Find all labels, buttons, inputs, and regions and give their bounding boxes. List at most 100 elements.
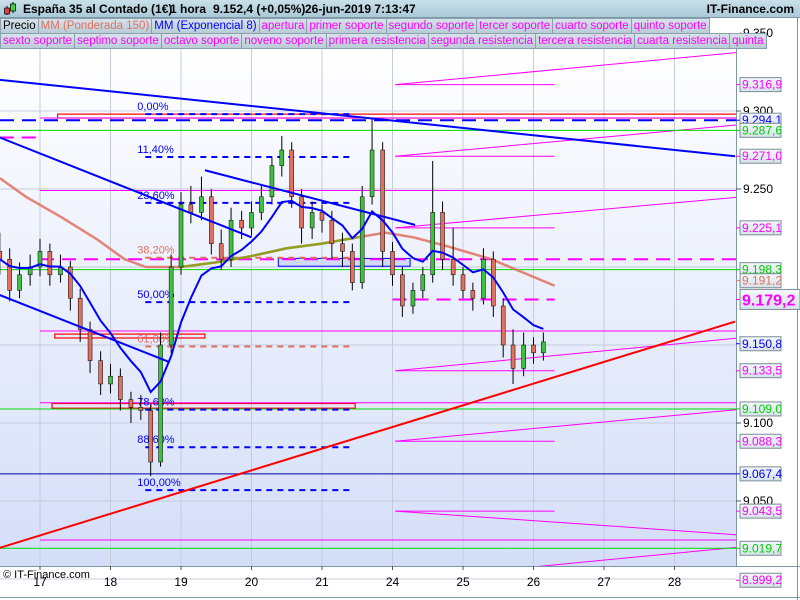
last-price: 9.152,4 (+0,05%): [213, 2, 306, 16]
time-tick-label: 26: [527, 575, 541, 589]
legend-item-apertura[interactable]: apertura: [258, 18, 308, 34]
candlestick-icon: [4, 2, 16, 15]
legend-item-quinto-soporte[interactable]: quinto soporte: [630, 18, 710, 34]
candle-body: [108, 375, 113, 385]
candle-body: [531, 344, 536, 354]
fibonacci-level-label: 100,00%: [137, 477, 181, 489]
candle-body: [87, 329, 93, 361]
legend-row-2: sexto soporte septimo soporte octavo sopor…: [0, 33, 767, 49]
legend-item-sexto-soporte[interactable]: sexto soporte: [0, 33, 76, 49]
fibonacci-level-label: 78,60%: [137, 397, 175, 409]
value-label: 9.043,5: [742, 504, 782, 518]
candle: [168, 254, 174, 353]
candle-body: [450, 258, 456, 276]
value-label: 9.067,4: [742, 467, 782, 481]
value-label: 9.088,3: [742, 434, 782, 448]
legend-item-quinta[interactable]: quinta: [729, 33, 767, 49]
time-tick-label: 25: [456, 575, 470, 589]
value-label: 9.316,9: [742, 78, 782, 92]
candle: [158, 332, 163, 467]
legend-item-mm-exponencial-8[interactable]: MM (Exponencial 8): [151, 18, 260, 34]
legend-item-octavo-soporte[interactable]: octavo soporte: [160, 33, 243, 49]
value-label: 9.179,2: [742, 292, 795, 309]
legend-item-cuarto-soporte[interactable]: cuarto soporte: [552, 18, 632, 34]
legend-item-noveno-soporte[interactable]: noveno soporte: [241, 33, 327, 49]
legend-item-cuarta-resistencia[interactable]: cuarta resistencia: [634, 33, 731, 49]
price-axis[interactable]: 9.3509.3009.2509.1009.0509.316,99.294,19…: [736, 26, 800, 588]
chart-header: España 35 al Contado (1€) 1 hora 9.152,4…: [0, 0, 800, 18]
candle-body: [218, 243, 224, 260]
brand-label: IT-Finance.com: [706, 2, 794, 16]
candle-body: [188, 204, 194, 213]
candle-body: [178, 204, 184, 268]
legend-row-1: Precio MM (Ponderada 150) MM (Exponencial …: [0, 18, 710, 34]
price-tick-label: 9.250: [743, 182, 773, 196]
copyright-text: © IT-Finance.com: [3, 569, 90, 581]
legend-item-primera-resistencia[interactable]: primera resistencia: [325, 33, 429, 49]
candle-body: [168, 266, 174, 346]
time-tick-label: 20: [245, 575, 259, 589]
legend-item-tercera-resistencia[interactable]: tercera resistencia: [535, 33, 636, 49]
legend-item-precio[interactable]: Precio: [0, 18, 39, 34]
candle-body: [0, 251, 3, 260]
candle-body: [228, 219, 234, 260]
fibonacci-level-label: 0,00%: [137, 101, 168, 113]
fibonacci-level-label: 38,20%: [137, 245, 175, 257]
value-label: 8.999,2: [742, 573, 782, 587]
legend-item-mm-ponderada-150[interactable]: MM (Ponderada 150): [37, 18, 153, 34]
candle-body: [420, 274, 426, 291]
candle-body: [309, 212, 315, 229]
candle-body: [491, 258, 496, 307]
value-label: 9.191,2: [742, 274, 782, 288]
candle-body: [400, 274, 405, 307]
legend-item-segunda-resistencia[interactable]: segunda resistencia: [427, 33, 537, 49]
time-tick-label: 21: [315, 575, 329, 589]
candle-body: [340, 243, 345, 252]
candle-body: [521, 344, 526, 369]
candle-body: [410, 290, 416, 307]
candle-body: [350, 251, 355, 283]
fibonacci-level-label: 88,60%: [137, 434, 175, 446]
candle-body: [369, 149, 375, 198]
candle-body: [541, 341, 546, 354]
candle: [178, 192, 184, 275]
value-label: 9.133,5: [742, 364, 782, 378]
candle-body: [380, 149, 385, 252]
value-label: 9.225,1: [742, 221, 782, 235]
legend-item-septimo-soporte[interactable]: septimo soporte: [74, 33, 162, 49]
candle-body: [510, 344, 516, 369]
value-label: 9.150,8: [742, 337, 782, 351]
time-tick-label: 24: [386, 575, 400, 589]
candle-body: [289, 149, 294, 198]
candle-body: [199, 196, 204, 213]
timestamp: 26-jun-2019 7:13:47: [305, 2, 416, 16]
candle: [380, 142, 385, 267]
legend-item-primer-soporte[interactable]: primer soporte: [306, 18, 387, 34]
candle-body: [77, 297, 83, 330]
candle-body: [319, 212, 325, 221]
time-tick-label: 18: [104, 575, 118, 589]
candle-body: [299, 196, 304, 229]
price-chart[interactable]: 0,00%11,40%23,60%38,20%50,00%61,80%78,60…: [0, 0, 800, 600]
instrument-title: España 35 al Contado (1€): [23, 2, 173, 16]
candle-body: [249, 212, 254, 229]
time-tick-label: 27: [597, 575, 611, 589]
time-tick-label: 19: [174, 575, 188, 589]
candle-body: [239, 219, 244, 229]
legend-item-tercer-soporte[interactable]: tercer soporte: [476, 18, 554, 34]
candle-body: [390, 251, 395, 276]
legend-item-segundo-soporte[interactable]: segundo soporte: [385, 18, 478, 34]
candle-body: [148, 410, 153, 463]
time-axis[interactable]: 17 18 19 20 21 24 25 26 27 28: [33, 566, 681, 589]
candle-body: [128, 399, 134, 408]
candle-body: [470, 290, 476, 299]
candle-body: [269, 165, 275, 198]
candle-body: [17, 274, 22, 291]
candle-body: [47, 251, 53, 276]
interval-label[interactable]: 1 hora: [170, 2, 206, 16]
candle-body: [138, 407, 144, 411]
price-tick-label: 9.100: [743, 416, 773, 430]
candle-body: [430, 212, 435, 276]
candle-body: [259, 196, 264, 213]
value-label: 9.019,7: [742, 541, 782, 555]
